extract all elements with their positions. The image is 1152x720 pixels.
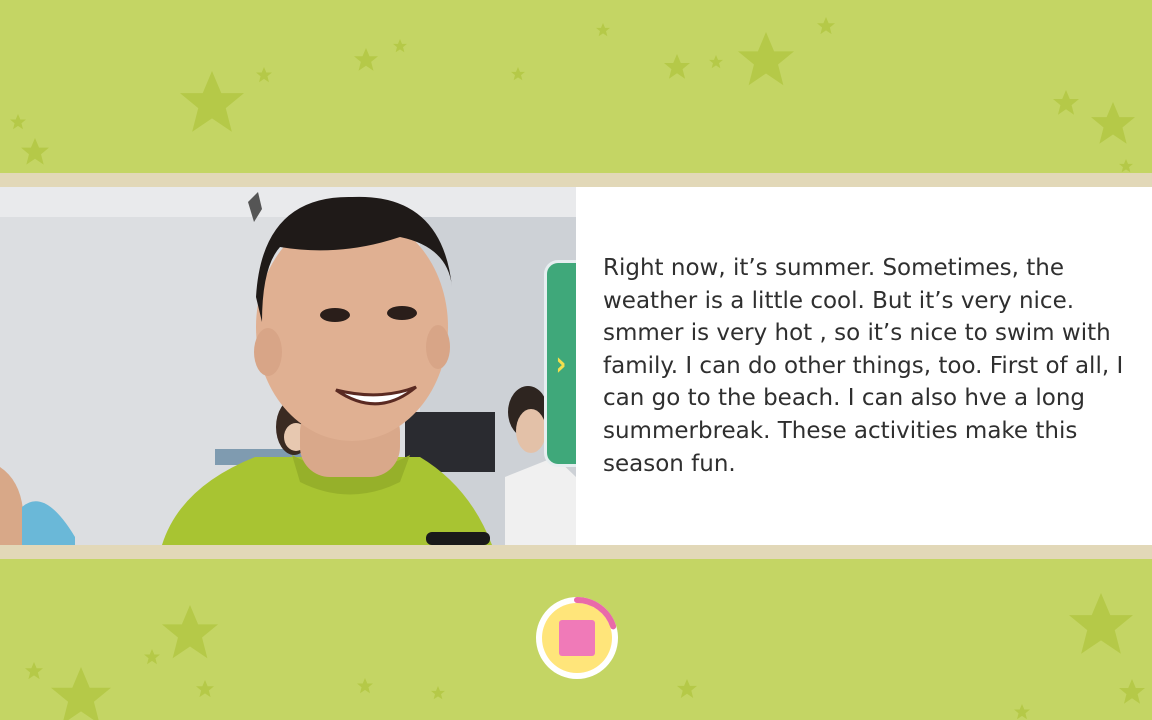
stop-icon (559, 620, 595, 656)
stop-recording-button[interactable] (535, 596, 619, 680)
student-photo (0, 187, 576, 545)
chevron-right-icon: › (555, 343, 568, 384)
next-page-tab[interactable]: › (544, 260, 576, 467)
bottom-border-band (0, 545, 1152, 559)
top-border-band (0, 173, 1152, 187)
story-text: Right now, it’s summer. Sometimes, the w… (603, 255, 1124, 477)
